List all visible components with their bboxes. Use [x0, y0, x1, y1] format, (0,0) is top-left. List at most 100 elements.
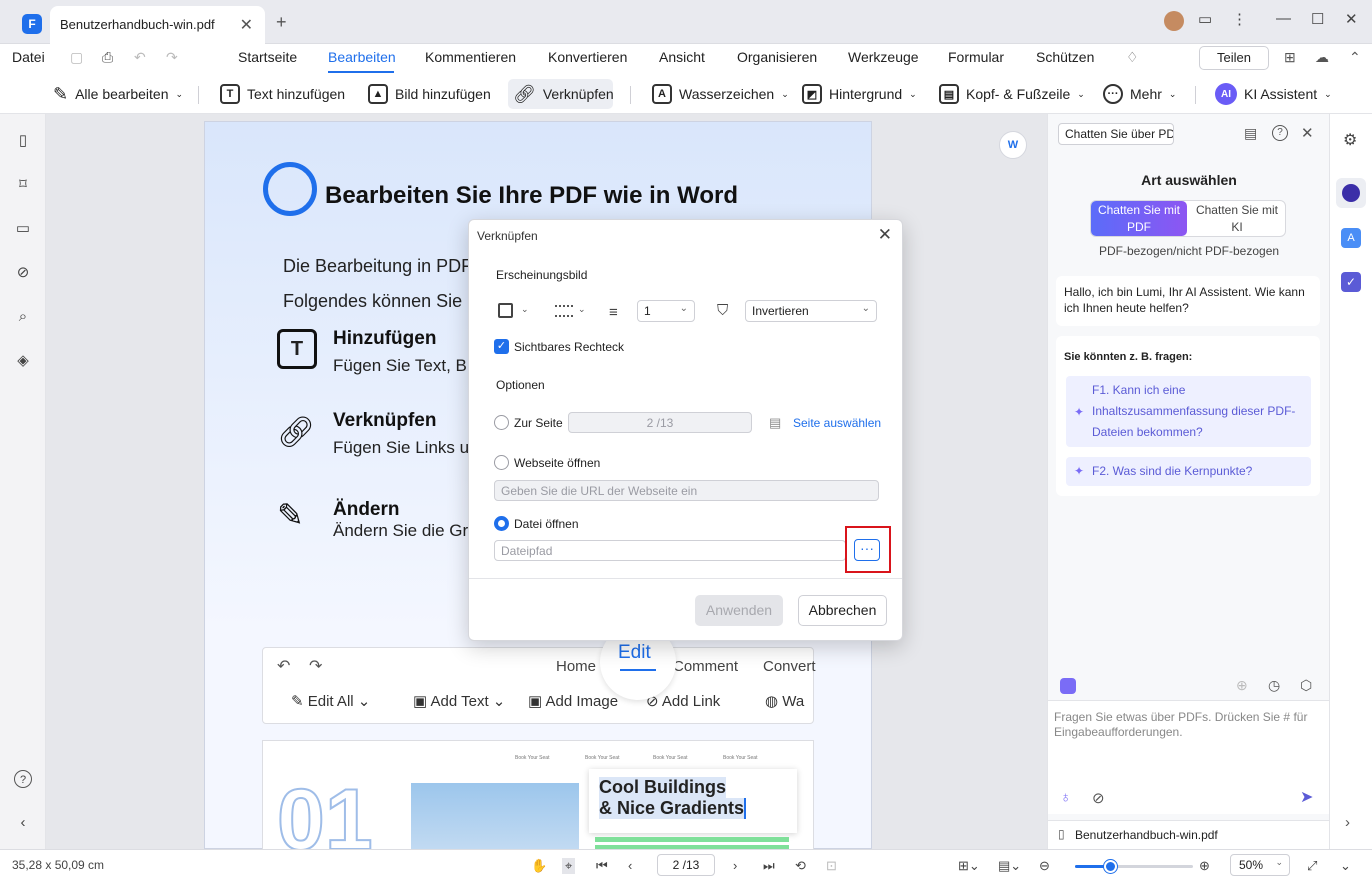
ai-robot-button[interactable]	[1336, 178, 1366, 208]
feedback-icon[interactable]: ▭	[1198, 10, 1212, 28]
open-website-radio[interactable]	[494, 455, 509, 470]
url-input[interactable]: Geben Sie die URL der Webseite ein	[494, 480, 879, 501]
hand-tool-icon[interactable]: ✋	[531, 858, 547, 874]
suggestion-q1[interactable]: ✦ F1. Kann ich eine Inhaltszusammenfassu…	[1066, 376, 1311, 447]
suggestion-q2[interactable]: ✦ F2. Was sind die Kernpunkte?	[1066, 457, 1311, 486]
header-footer-button[interactable]: ▤ Kopf- & Fußzeile ⌄	[934, 79, 1090, 109]
share-button[interactable]: Teilen	[1199, 46, 1269, 70]
close-panel-icon[interactable]: ✕	[1301, 124, 1314, 142]
watermark-button[interactable]: A Wasserzeichen ⌄	[647, 79, 794, 109]
save-icon[interactable]: ▢	[70, 49, 83, 66]
open-file-radio[interactable]	[494, 516, 509, 531]
menu-ansicht[interactable]: Ansicht	[659, 49, 705, 65]
ai-assistant-button[interactable]: AI KI Assistent ⌄	[1210, 79, 1337, 109]
rotate-icon[interactable]: ⟲	[795, 858, 806, 874]
collapse-right-icon[interactable]: ›	[1345, 814, 1350, 831]
close-window-icon[interactable]: ✕	[1345, 10, 1358, 28]
more-button[interactable]: ··· Mehr ⌄	[1098, 79, 1181, 109]
cloud-upload-icon[interactable]: ☁	[1315, 49, 1329, 66]
help-icon[interactable]: ?	[14, 770, 32, 788]
next-page-icon[interactable]: ›	[733, 858, 737, 873]
menu-werkzeuge[interactable]: Werkzeuge	[848, 49, 919, 65]
menu-bearbeiten[interactable]: Bearbeiten	[328, 49, 396, 65]
zoom-in-icon[interactable]: ⊕	[1199, 858, 1210, 874]
crop-icon[interactable]: ⊡	[826, 858, 837, 874]
edit-all-button[interactable]: ✎ Alle bearbeiten ⌄	[48, 79, 188, 109]
translate-icon[interactable]: W	[999, 131, 1027, 159]
previous-page-icon[interactable]: ‹	[628, 858, 632, 873]
last-page-icon[interactable]: ⏭	[763, 858, 775, 874]
layers-icon[interactable]: ◈	[14, 352, 32, 370]
network-icon[interactable]: ⊞	[1284, 49, 1296, 66]
prompt-library-icon[interactable]	[1060, 678, 1076, 694]
collapse-left-icon[interactable]: ‹	[14, 814, 32, 832]
add-image-button[interactable]: ▲ Bild hinzufügen	[363, 79, 496, 109]
chat-input-area[interactable]: Fragen Sie etwas über PDFs. Drücken Sie …	[1048, 700, 1330, 814]
to-page-radio[interactable]	[494, 415, 509, 430]
zoom-slider[interactable]	[1075, 860, 1193, 873]
cancel-button[interactable]: Abbrechen	[798, 595, 887, 626]
menu-startseite[interactable]: Startseite	[238, 49, 297, 65]
document-list-icon[interactable]: ▤	[1244, 125, 1257, 142]
print-icon[interactable]: ⎙	[102, 49, 113, 66]
new-tab-button[interactable]: +	[276, 12, 287, 33]
file-path-input[interactable]: Dateipfad	[494, 540, 846, 561]
first-page-icon[interactable]: ⏮	[596, 858, 608, 874]
page-number-field[interactable]: 2 /13	[568, 412, 752, 433]
select-page-link[interactable]: Seite auswählen	[793, 416, 881, 430]
select-tool-icon[interactable]: ⌖	[562, 858, 576, 874]
zoom-out-icon[interactable]: ⊖	[1039, 858, 1050, 874]
highlight-style-select[interactable]: Invertieren ⌄	[745, 300, 877, 322]
chat-mode-select[interactable]: Chatten Sie über PDF	[1058, 123, 1174, 145]
menu-schuetzen[interactable]: Schützen	[1036, 49, 1094, 65]
page-layout-icon[interactable]: ▤⌄	[998, 858, 1021, 874]
border-color-icon[interactable]	[498, 303, 513, 318]
avatar[interactable]	[1164, 11, 1184, 31]
menu-organisieren[interactable]: Organisieren	[737, 49, 817, 65]
new-chat-icon[interactable]: ⊕	[1236, 677, 1248, 694]
menu-konvertieren[interactable]: Konvertieren	[548, 49, 627, 65]
send-icon[interactable]: ➤	[1300, 787, 1313, 807]
apply-button[interactable]: Anwenden	[695, 595, 783, 626]
checklist-icon[interactable]: ✓	[1341, 272, 1361, 292]
lightbulb-icon[interactable]: ♁	[1060, 789, 1071, 806]
close-tab-icon[interactable]: ✕	[240, 15, 253, 35]
history-icon[interactable]: ◷	[1268, 677, 1280, 694]
chat-ai-mode-button[interactable]: Chatten Sie mit KI	[1189, 201, 1285, 236]
chat-pdf-mode-button[interactable]: Chatten Sie mit PDF	[1091, 201, 1187, 236]
tips-bulb-icon[interactable]: ♢	[1126, 49, 1139, 66]
background-button[interactable]: ◩ Hintergrund ⌄	[797, 79, 922, 109]
scroll-down-icon[interactable]: ⌄	[1340, 858, 1351, 874]
maximize-icon[interactable]: ☐	[1311, 10, 1324, 28]
menu-kommentieren[interactable]: Kommentieren	[425, 49, 516, 65]
line-style-icon[interactable]	[555, 305, 573, 317]
collapse-ribbon-icon[interactable]: ⌃	[1349, 49, 1361, 66]
menu-file[interactable]: Datei	[12, 49, 45, 65]
fullscreen-icon[interactable]: ⤢	[1307, 858, 1317, 874]
fit-page-icon[interactable]: ⊞⌄	[958, 858, 980, 874]
visible-rect-checkbox[interactable]: ✓	[494, 339, 509, 354]
chevron-down-icon[interactable]: ⌄	[578, 304, 586, 315]
browse-file-button[interactable]: ···	[854, 539, 880, 561]
minimize-icon[interactable]: —	[1276, 10, 1291, 27]
properties-icon[interactable]: ⚙	[1343, 130, 1357, 150]
undo-icon[interactable]: ↶	[134, 49, 146, 66]
attach-icon[interactable]: ⊘	[1092, 789, 1105, 807]
translate-icon[interactable]: A	[1341, 228, 1361, 248]
add-text-button[interactable]: T Text hinzufügen	[215, 79, 350, 109]
link-button[interactable]: 🔗︎ Verknüpfen	[508, 79, 614, 109]
more-vertical-icon[interactable]: ⋮	[1232, 10, 1247, 28]
close-dialog-icon[interactable]: ✕	[878, 225, 892, 245]
thumbnails-icon[interactable]: ▯	[14, 132, 32, 150]
attachment-icon[interactable]: ⊘	[14, 264, 32, 282]
bookmark-icon[interactable]: ⌑	[14, 176, 32, 194]
document-tab[interactable]: Benutzerhandbuch-win.pdf ✕	[50, 6, 265, 44]
comment-icon[interactable]: ▭	[14, 220, 32, 238]
chevron-down-icon[interactable]: ⌄	[521, 304, 529, 315]
search-icon[interactable]: ⌕	[14, 308, 32, 326]
help-icon[interactable]: ?	[1272, 125, 1288, 141]
zoom-slider-handle[interactable]	[1104, 860, 1118, 873]
redo-icon[interactable]: ↷	[166, 49, 178, 66]
page-number-input[interactable]: 2 /13	[657, 854, 715, 876]
menu-formular[interactable]: Formular	[948, 49, 1004, 65]
